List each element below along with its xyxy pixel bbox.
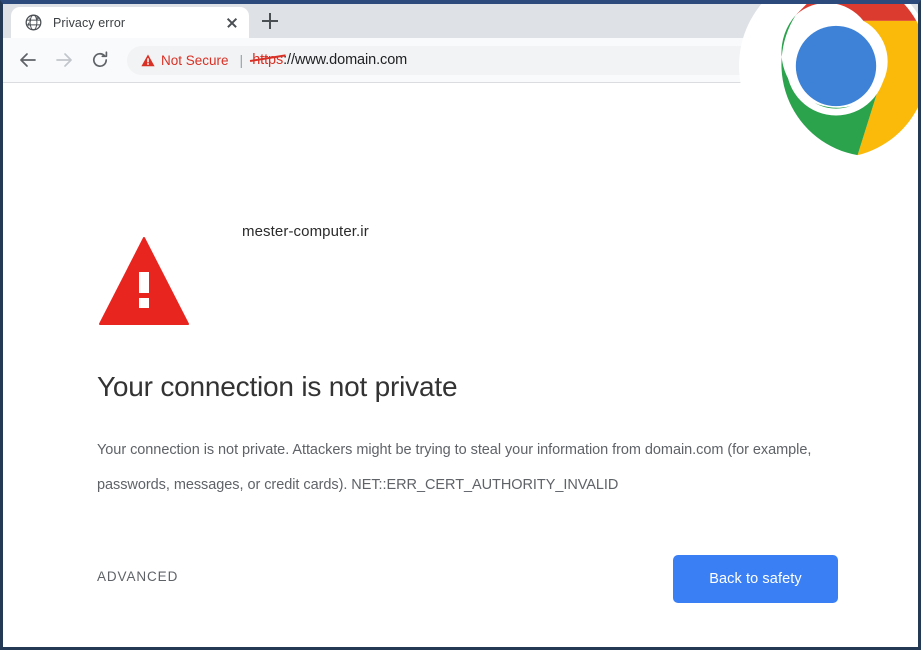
url-rest: ://www.domain.com	[283, 52, 408, 68]
not-secure-label: Not Secure	[161, 52, 229, 68]
watermark-text: mester-computer.ir	[242, 223, 369, 240]
forward-arrow-icon	[49, 45, 79, 75]
back-to-safety-button[interactable]: Back to safety	[673, 555, 838, 603]
address-bar[interactable]: Not Secure | https://www.domain.com	[127, 45, 918, 75]
page-content: mester-computer.ir Your connection is no…	[3, 83, 918, 645]
reload-icon[interactable]	[85, 45, 115, 75]
globe-icon	[25, 14, 42, 31]
browser-tab-privacy-error[interactable]: Privacy error	[11, 7, 249, 38]
error-description: Your connection is not private. Attacker…	[97, 442, 812, 493]
plus-icon[interactable]	[255, 6, 285, 36]
warning-triangle-icon	[99, 237, 189, 325]
back-arrow-icon[interactable]	[13, 45, 43, 75]
browser-window: Privacy error Not Secure | https://www.d…	[0, 0, 921, 650]
not-secure-chip[interactable]: Not Secure	[141, 53, 229, 68]
tab-title: Privacy error	[53, 15, 126, 30]
browser-toolbar: Not Secure | https://www.domain.com	[3, 38, 918, 83]
advanced-button[interactable]: ADVANCED	[97, 569, 178, 584]
warning-triangle-icon	[141, 54, 155, 66]
tab-strip: Privacy error	[3, 4, 918, 38]
url-text: https://www.domain.com	[252, 52, 407, 68]
url-scheme-struck: https	[252, 52, 284, 68]
page-title: Your connection is not private	[97, 371, 458, 402]
omnibox-divider: |	[239, 52, 244, 68]
close-icon[interactable]	[223, 14, 241, 32]
back-to-safety-label: Back to safety	[709, 571, 802, 587]
